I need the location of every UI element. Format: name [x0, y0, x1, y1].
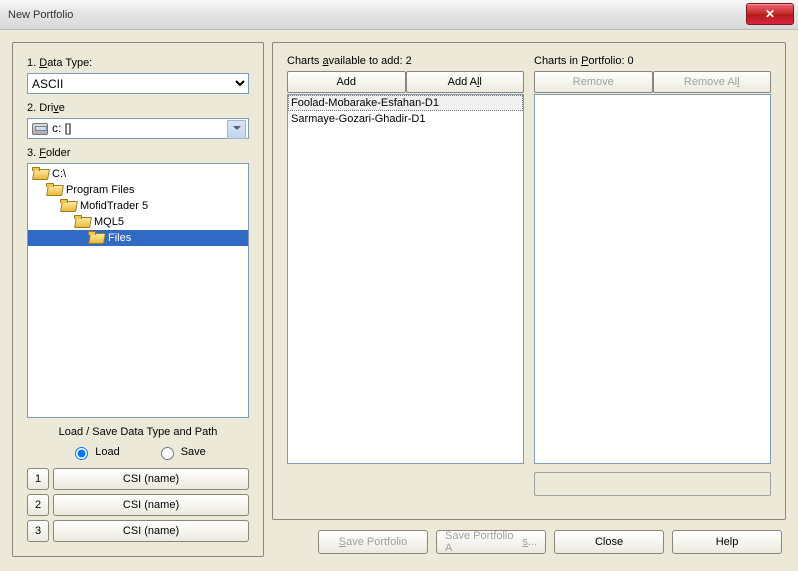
left-panel: 1. Data Type: ASCII 2. Drive c: [] 3. Fo… — [12, 42, 264, 557]
tree-label: Files — [108, 232, 131, 244]
help-button[interactable]: Help — [672, 530, 782, 554]
folder-icon — [32, 168, 48, 180]
available-label: Charts available to add: 2 — [287, 55, 524, 67]
list-item[interactable]: Foolad-Mobarake-Esfahan-D1 — [288, 95, 523, 111]
drive-value: c: [] — [52, 119, 71, 138]
slot-row: 2CSI (name) — [27, 494, 249, 516]
available-column: Charts available to add: 2 Add Add All F… — [287, 55, 524, 496]
tree-row[interactable]: MQL5 — [28, 214, 248, 230]
tree-label: MofidTrader 5 — [80, 200, 148, 212]
window-title: New Portfolio — [8, 9, 73, 21]
folder-icon — [60, 200, 76, 212]
slot-number-button[interactable]: 1 — [27, 468, 49, 490]
charts-columns: Charts available to add: 2 Add Add All F… — [287, 55, 771, 496]
title-bar: New Portfolio ✕ — [0, 0, 798, 30]
chevron-down-icon — [233, 126, 241, 130]
bottom-buttons: Save Portfolio Save Portfolio As... Clos… — [318, 530, 782, 554]
close-icon: ✕ — [765, 7, 775, 21]
available-list[interactable]: Foolad-Mobarake-Esfahan-D1Sarmaye-Gozari… — [287, 94, 524, 464]
slot-number-button[interactable]: 3 — [27, 520, 49, 542]
radio-load[interactable]: Load — [70, 444, 119, 460]
remove-all-button[interactable]: Remove All — [653, 71, 772, 93]
tree-label: C:\ — [52, 168, 66, 180]
load-save-title: Load / Save Data Type and Path — [27, 426, 249, 438]
folder-icon — [46, 184, 62, 196]
drive-label: 2. Drive — [27, 102, 249, 114]
portfolio-label: Charts in Portfolio: 0 — [534, 55, 771, 67]
folder-label: 3. Folder — [27, 147, 249, 159]
tree-row[interactable]: MofidTrader 5 — [28, 198, 248, 214]
slot-row: 1CSI (name) — [27, 468, 249, 490]
radio-row: Load Save — [27, 444, 249, 460]
slot-number-button[interactable]: 2 — [27, 494, 49, 516]
portfolio-result-box — [534, 472, 771, 496]
portfolio-buttons: Remove Remove All — [534, 71, 771, 93]
close-button[interactable]: Close — [554, 530, 664, 554]
tree-row[interactable]: Files — [28, 230, 248, 246]
save-portfolio-as-button[interactable]: Save Portfolio As... — [436, 530, 546, 554]
slot-row: 3CSI (name) — [27, 520, 249, 542]
portfolio-column: Charts in Portfolio: 0 Remove Remove All — [534, 55, 771, 496]
portfolio-list[interactable] — [534, 94, 771, 464]
folder-tree[interactable]: C:\Program Files MofidTrader 5 MQL5 Files — [27, 163, 249, 418]
window-close-button[interactable]: ✕ — [746, 3, 794, 25]
drive-select[interactable]: c: [] — [27, 118, 249, 139]
slot-path-button[interactable]: CSI (name) — [53, 494, 249, 516]
remove-button[interactable]: Remove — [534, 71, 653, 93]
list-item[interactable]: Sarmaye-Gozari-Ghadir-D1 — [288, 111, 523, 127]
data-type-select[interactable]: ASCII — [27, 73, 249, 94]
available-buttons: Add Add All — [287, 71, 524, 93]
tree-row[interactable]: Program Files — [28, 182, 248, 198]
folder-icon — [74, 216, 90, 228]
tree-label: MQL5 — [94, 216, 124, 228]
radio-save[interactable]: Save — [156, 444, 206, 460]
save-portfolio-button[interactable]: Save Portfolio — [318, 530, 428, 554]
radio-save-input[interactable] — [161, 447, 174, 460]
add-all-button[interactable]: Add All — [406, 71, 525, 93]
client-area: 1. Data Type: ASCII 2. Drive c: [] 3. Fo… — [0, 30, 798, 571]
load-save-area: Load / Save Data Type and Path Load Save… — [27, 426, 249, 546]
add-button[interactable]: Add — [287, 71, 406, 93]
data-type-label: 1. Data Type: — [27, 57, 249, 69]
drive-icon — [32, 123, 48, 135]
right-panel: Charts available to add: 2 Add Add All F… — [272, 42, 786, 520]
folder-icon — [88, 232, 104, 244]
tree-label: Program Files — [66, 184, 134, 196]
radio-load-input[interactable] — [75, 447, 88, 460]
tree-row[interactable]: C:\ — [28, 166, 248, 182]
slot-path-button[interactable]: CSI (name) — [53, 520, 249, 542]
slot-path-button[interactable]: CSI (name) — [53, 468, 249, 490]
